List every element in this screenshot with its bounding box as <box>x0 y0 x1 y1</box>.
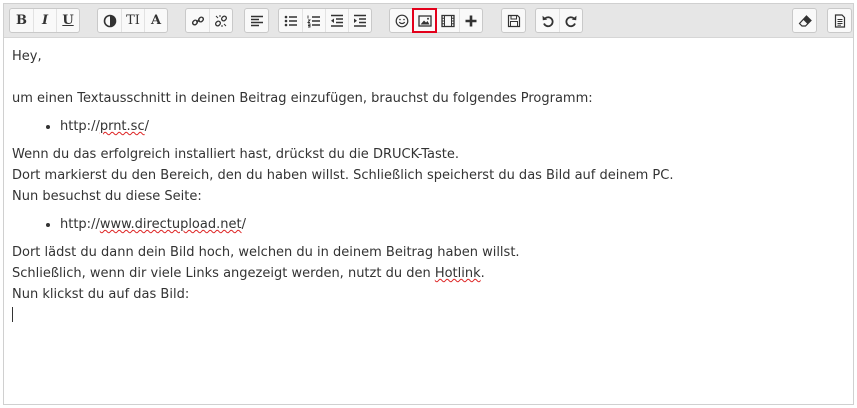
save-button[interactable] <box>502 9 525 32</box>
insert-video-button[interactable] <box>436 9 459 32</box>
link-list-1: http://prnt.sc/ <box>12 116 845 137</box>
paragraph-line: Wenn du das erfolgreich installiert hast… <box>12 147 459 162</box>
list-group <box>278 8 372 33</box>
misspelled-word: www.directupload.net <box>99 217 242 232</box>
outdent-button[interactable] <box>325 9 348 32</box>
numbered-list-button[interactable] <box>302 9 325 32</box>
indent-icon <box>354 14 366 27</box>
misspelled-word: Hotlink <box>434 266 481 281</box>
italic-button[interactable]: I <box>33 9 56 32</box>
smiley-button[interactable] <box>390 9 413 32</box>
paragraph-line: Nun besuchst du diese Seite: <box>12 189 202 204</box>
video-icon <box>441 14 455 27</box>
smiley-icon <box>395 14 408 27</box>
link-list-2: http://www.directupload.net/ <box>12 214 845 235</box>
list-item: http://prnt.sc/ <box>60 116 845 137</box>
source-view-button[interactable] <box>828 9 851 32</box>
eraser-icon <box>798 14 812 27</box>
plus-icon <box>465 15 477 26</box>
color-button[interactable] <box>98 9 121 32</box>
unlink-button[interactable] <box>209 9 232 32</box>
list-item: http://www.directupload.net/ <box>60 214 845 235</box>
history-group <box>535 8 583 33</box>
save-group <box>501 8 526 33</box>
link-button[interactable] <box>186 9 209 32</box>
numbered-list-icon <box>307 15 320 27</box>
cursor-line <box>12 305 845 326</box>
style-group: TI A <box>97 8 168 33</box>
document-icon <box>834 13 845 28</box>
font-size-button[interactable]: TI <box>121 9 144 32</box>
link-icon <box>191 15 204 26</box>
image-icon <box>418 14 432 27</box>
redo-button[interactable] <box>559 9 582 32</box>
undo-button[interactable] <box>536 9 559 32</box>
align-group <box>244 8 269 33</box>
undo-icon <box>542 15 554 27</box>
align-left-icon <box>250 15 263 26</box>
bullet-list-icon <box>284 15 297 26</box>
underline-button[interactable]: U <box>56 9 79 32</box>
paragraph-line: Dort markierst du den Bereich, den du ha… <box>12 168 674 183</box>
color-icon <box>103 14 116 27</box>
insert-image-button[interactable] <box>412 8 437 33</box>
insert-group <box>389 8 483 33</box>
paragraph-line: Dort lädst du dann dein Bild hoch, welch… <box>12 245 520 260</box>
save-icon <box>507 14 520 27</box>
align-left-button[interactable] <box>245 9 268 32</box>
insert-more-button[interactable] <box>459 9 482 32</box>
editor-content-area[interactable]: Hey, um einen Textausschnitt in deinen B… <box>4 38 853 334</box>
text-cursor <box>12 307 13 322</box>
link-group <box>185 8 233 33</box>
format-group: B I U <box>9 8 80 33</box>
bold-button[interactable]: B <box>10 9 33 32</box>
text-editor: B I U TI A Hey, um einen Textausschnitt … <box>3 3 854 405</box>
greeting-line: Hey, <box>12 49 42 64</box>
redo-icon <box>565 15 577 27</box>
unlink-icon <box>214 14 228 27</box>
font-button[interactable]: A <box>144 9 167 32</box>
source-group <box>827 8 852 33</box>
paragraph-line: Schließlich, wenn dir viele Links angeze… <box>12 266 485 281</box>
editor-toolbar: B I U TI A <box>4 4 853 38</box>
paragraph-line: Nun klickst du auf das Bild: <box>12 287 190 302</box>
intro-line: um einen Textausschnitt in deinen Beitra… <box>12 91 593 106</box>
misspelled-word: prnt.sc <box>99 119 145 134</box>
eraser-group <box>792 8 817 33</box>
remove-format-button[interactable] <box>793 9 816 32</box>
bullet-list-button[interactable] <box>279 9 302 32</box>
outdent-icon <box>331 14 343 27</box>
indent-button[interactable] <box>348 9 371 32</box>
